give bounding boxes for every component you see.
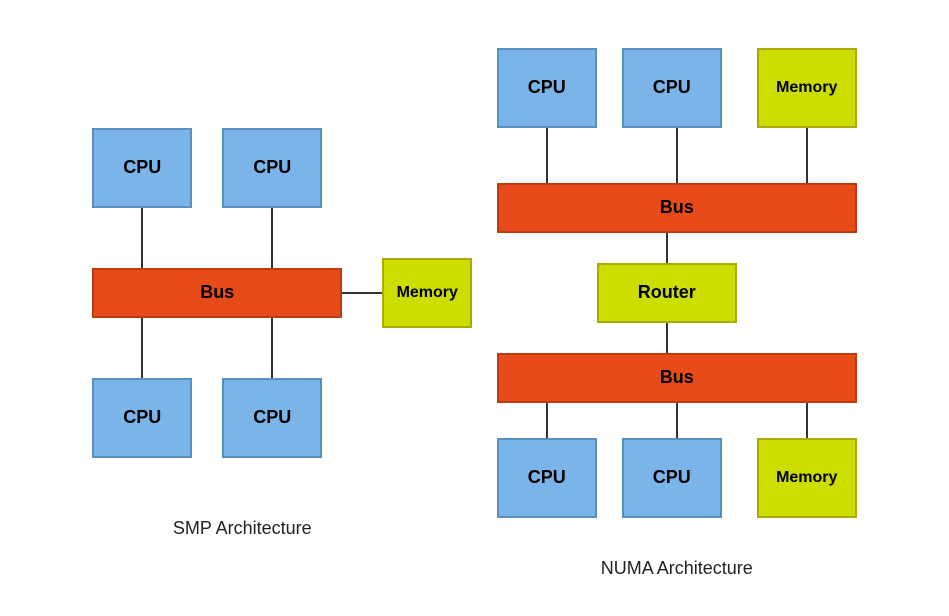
smp-memory: Memory [382,258,472,328]
smp-cpu3: CPU [92,378,192,458]
numa-memory1: Memory [757,48,857,128]
numa-bus2: Bus [497,353,857,403]
numa-router: Router [597,263,737,323]
numa-cpu2: CPU [622,48,722,128]
numa-cpu1: CPU [497,48,597,128]
smp-wrapper: CPU CPU Bus Memory CPU CPU [62,78,422,498]
numa-cpu4: CPU [622,438,722,518]
numa-label: NUMA Architecture [601,558,753,579]
numa-memory2: Memory [757,438,857,518]
smp-label: SMP Architecture [173,518,312,539]
numa-cpu3: CPU [497,438,597,518]
smp-cpu4: CPU [222,378,322,458]
numa-wrapper: CPU CPU Memory Bus Router Bus CPU [467,38,887,538]
smp-cpu1: CPU [92,128,192,208]
smp-diagram: CPU CPU Bus Memory CPU CPU SMP Architect… [62,78,422,539]
smp-bus: Bus [92,268,342,318]
numa-bus1: Bus [497,183,857,233]
numa-diagram: CPU CPU Memory Bus Router Bus CPU [467,38,887,579]
main-container: CPU CPU Bus Memory CPU CPU SMP Architect… [0,0,949,616]
smp-cpu2: CPU [222,128,322,208]
